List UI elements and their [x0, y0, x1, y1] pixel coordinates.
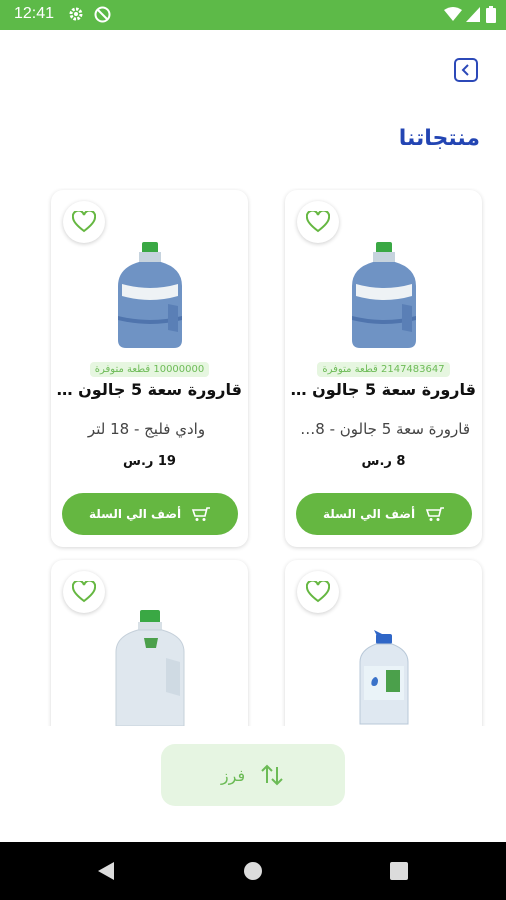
- water-jug-image: [115, 610, 184, 726]
- product-card[interactable]: 2147483647 قطعة متوفرة قارورة سعة 5 جالو…: [285, 190, 482, 547]
- wifi-icon: [444, 7, 462, 26]
- products-grid: 2147483647 قطعة متوفرة قارورة سعة 5 جالو…: [0, 188, 506, 726]
- product-card[interactable]: 10000000 قطعة متوفرة قارورة سعة 5 جالون …: [51, 190, 248, 547]
- app-screen: منتجاتنا 2147483647 قطعة متوفرة قارورة س…: [0, 30, 506, 842]
- add-to-cart-label: أضف الي السلة: [322, 507, 416, 521]
- chevron-left-icon: [461, 64, 469, 76]
- sort-arrows-icon: [261, 764, 283, 786]
- no-disturb-icon: [94, 6, 111, 27]
- add-to-cart-button[interactable]: أضف الي السلة: [62, 493, 238, 535]
- product-description: قارورة سعة 5 جالون - 18 لتر: [291, 420, 470, 438]
- product-price: 8 ر.س: [361, 454, 406, 469]
- product-image[interactable]: [110, 608, 190, 726]
- add-to-cart-label: أضف الي السلة: [88, 507, 182, 521]
- water-bottle-image: [351, 242, 416, 348]
- system-nav-bar: [0, 842, 506, 900]
- favorite-button[interactable]: [63, 201, 105, 243]
- add-to-cart-button[interactable]: أضف الي السلة: [296, 493, 472, 535]
- heart-icon: [72, 581, 96, 603]
- heart-icon: [72, 211, 96, 233]
- product-image[interactable]: [112, 240, 188, 354]
- favorite-button[interactable]: [63, 571, 105, 613]
- favorite-button[interactable]: [297, 571, 339, 613]
- water-bottle-image: [117, 242, 182, 348]
- heart-icon: [306, 581, 330, 603]
- stock-badge: 2147483647 قطعة متوفرة: [285, 357, 482, 377]
- settings-gear-icon: [68, 6, 84, 26]
- page-title: منتجاتنا: [398, 126, 480, 151]
- product-card[interactable]: [51, 560, 248, 726]
- sort-button[interactable]: فرز: [161, 744, 345, 806]
- back-button[interactable]: [454, 58, 478, 82]
- status-time: 12:41: [14, 5, 55, 22]
- battery-icon: [486, 6, 496, 27]
- heart-icon: [306, 211, 330, 233]
- nav-recents-icon[interactable]: [390, 862, 408, 884]
- product-image[interactable]: [356, 626, 412, 726]
- cart-icon: [191, 507, 211, 521]
- product-name[interactable]: قارورة سعة 5 جالون - 18 لتر: [287, 380, 476, 399]
- favorite-button[interactable]: [297, 201, 339, 243]
- nav-home-icon[interactable]: [243, 861, 263, 885]
- status-bar: 12:41: [0, 0, 506, 30]
- product-price: 19 ر.س: [123, 454, 176, 469]
- signal-icon: [466, 7, 480, 26]
- water-jug-image: [359, 630, 408, 725]
- cart-icon: [425, 507, 445, 521]
- product-description: وادي فليج - 18 لتر: [87, 420, 206, 438]
- sort-label: فرز: [220, 765, 246, 785]
- nav-back-icon[interactable]: [96, 860, 116, 886]
- product-card[interactable]: [285, 560, 482, 726]
- product-name[interactable]: قارورة سعة 5 جالون - 18 لتر: [53, 380, 242, 399]
- stock-badge: 10000000 قطعة متوفرة: [51, 357, 248, 377]
- product-image[interactable]: [346, 240, 422, 354]
